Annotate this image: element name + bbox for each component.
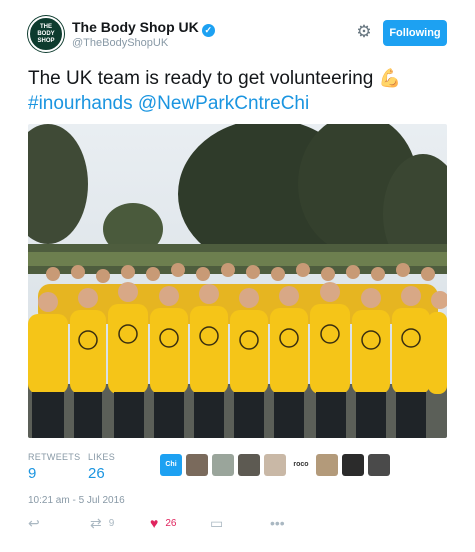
likes-label: LIKES [88, 452, 116, 462]
tweet-header: THE BODY SHOP The Body Shop UK ✓ @TheBody… [28, 16, 448, 56]
account-name[interactable]: The Body Shop UK ✓ [72, 19, 215, 37]
tweet-photo[interactable] [28, 124, 447, 438]
tweet-stats: RETWEETS 9 LIKES 26 Chi BID roco [28, 452, 448, 488]
retweets-stat[interactable]: RETWEETS 9 [28, 452, 80, 482]
likes-count: 26 [88, 465, 105, 482]
liker-avatar[interactable]: roco [290, 454, 312, 476]
group-photo-image [28, 124, 447, 438]
account-handle[interactable]: @TheBodyShopUK [72, 37, 168, 49]
avatar-text-line-1: THE [40, 23, 52, 30]
more-button[interactable]: ••• [270, 515, 292, 531]
following-button[interactable]: Following [383, 20, 447, 46]
like-action-count: 26 [165, 517, 177, 529]
retweet-button[interactable]: ⇄ 9 [90, 515, 114, 532]
likes-stat[interactable]: LIKES 26 [88, 452, 115, 482]
reply-icon: ↩ [28, 515, 40, 531]
retweet-icon: ⇄ [90, 515, 102, 531]
liker-avatar[interactable] [238, 454, 260, 476]
liker-avatar-label: Chi BID [165, 461, 177, 468]
mention-link[interactable]: @NewParkCntreChi [138, 93, 309, 114]
tweet-timestamp[interactable]: 10:21 am - 5 Jul 2016 [28, 495, 125, 506]
account-avatar[interactable]: THE BODY SHOP [28, 16, 64, 52]
heart-icon: ♥ [150, 515, 159, 531]
liker-avatar[interactable] [316, 454, 338, 476]
avatar-text-line-3: SHOP [37, 37, 55, 44]
verified-badge-icon: ✓ [201, 24, 215, 37]
retweets-count: 9 [28, 465, 37, 482]
liker-avatar[interactable] [342, 454, 364, 476]
gear-icon[interactable]: ⚙ [354, 22, 374, 42]
hashtag-link[interactable]: #inourhands [28, 93, 133, 114]
liker-avatar[interactable]: Chi BID [160, 454, 182, 476]
tweet-text: The UK team is ready to get volunteering… [28, 66, 448, 116]
retweet-action-count: 9 [108, 518, 115, 529]
tweet-actions: ↩ ⇄ 9 ♥ 26 ▭ ••• [28, 515, 448, 535]
liker-avatar[interactable] [212, 454, 234, 476]
envelope-icon: ▭ [210, 515, 224, 531]
flexed-biceps-icon: 💪 [378, 68, 402, 88]
liker-avatar[interactable] [368, 454, 390, 476]
avatar-text-line-2: BODY [37, 30, 55, 37]
like-button[interactable]: ♥ 26 [150, 515, 176, 531]
dm-button[interactable]: ▭ [210, 515, 230, 532]
account-name-text: The Body Shop UK [72, 19, 199, 35]
liker-avatar[interactable] [186, 454, 208, 476]
retweets-label: RETWEETS [28, 452, 81, 462]
reply-button[interactable]: ↩ [28, 515, 47, 532]
liker-avatar-label: roco [293, 461, 309, 468]
tweet-text-line: The UK team is ready to get volunteering [28, 68, 374, 89]
more-icon: ••• [270, 515, 285, 531]
liker-avatar[interactable] [264, 454, 286, 476]
